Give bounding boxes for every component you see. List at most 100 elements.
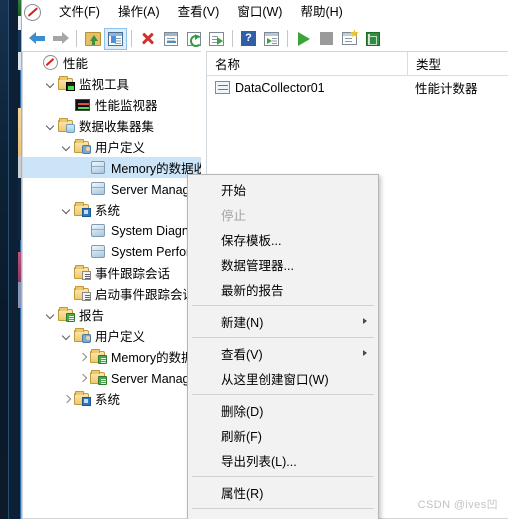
- context-menu-item-label: 帮助(H): [221, 515, 263, 519]
- refresh-button[interactable]: [182, 28, 205, 50]
- forward-button[interactable]: [49, 28, 72, 50]
- help-button[interactable]: ?: [237, 28, 260, 50]
- stop-button[interactable]: [315, 28, 338, 50]
- column-type[interactable]: 类型: [407, 52, 507, 75]
- context-menu[interactable]: 开始停止保存模板... 数据管理器... 最新的报告新建(N) 查看(V) 从这里创建窗…: [187, 174, 379, 519]
- tree-item-label: 启动事件跟踪会话: [95, 288, 196, 302]
- chevron-down-icon[interactable]: [59, 136, 74, 157]
- context-menu-item-label: 刷新(F): [221, 430, 262, 444]
- tree-item-label: 性能监视器: [95, 99, 158, 113]
- data-collector-set-icon: [90, 223, 107, 238]
- event-trace-sessions-folder-icon: [74, 286, 91, 301]
- properties-button[interactable]: [159, 28, 182, 50]
- chevron-right-icon[interactable]: [59, 388, 74, 409]
- export-list-button[interactable]: [205, 28, 228, 50]
- tree-item[interactable]: 系统: [23, 388, 201, 409]
- chevron-down-icon[interactable]: [43, 73, 58, 94]
- chevron-right-icon: [363, 318, 367, 324]
- chevron-right-icon[interactable]: [75, 346, 90, 367]
- chevron-down-icon[interactable]: [59, 325, 74, 346]
- list-cell-type-label: 性能计数器: [415, 82, 478, 96]
- red-x-icon: [140, 31, 155, 46]
- tree-twisty-spacer: [75, 178, 90, 199]
- chevron-down-icon[interactable]: [43, 115, 58, 136]
- console-tree-pane[interactable]: 性能监视工具性能监视器数据收集器集用户定义Memory的数据收集器集Server…: [22, 51, 201, 519]
- column-name[interactable]: 名称: [207, 52, 407, 75]
- toolbar-separator: [287, 30, 288, 47]
- menu-view[interactable]: 查看(V): [169, 2, 229, 24]
- context-menu-new[interactable]: 新建(N): [188, 309, 378, 334]
- menu-action[interactable]: 操作(A): [109, 2, 169, 24]
- tree-item[interactable]: System Diagnostics: [23, 220, 201, 241]
- tree-item[interactable]: Memory的数据收集器集: [23, 346, 201, 367]
- tree-item[interactable]: 性能监视器: [23, 94, 201, 115]
- monitoring-tools-folder-icon: [58, 76, 75, 91]
- chevron-down-icon[interactable]: [59, 199, 74, 220]
- tree-item-label: 性能: [63, 57, 89, 71]
- menu-help[interactable]: 帮助(H): [291, 2, 351, 24]
- context-menu-item-label: 停止: [221, 209, 247, 223]
- folder-up-icon: [84, 31, 101, 46]
- context-menu-view[interactable]: 查看(V): [188, 341, 378, 366]
- data-collector-set-icon: [90, 160, 107, 175]
- context-menu-help[interactable]: 帮助(H): [188, 512, 378, 519]
- context-menu-latest-report[interactable]: 最新的报告: [188, 277, 378, 302]
- tree-item[interactable]: 启动事件跟踪会话: [23, 283, 201, 304]
- menu-file[interactable]: 文件(F): [50, 2, 109, 24]
- start-button[interactable]: [292, 28, 315, 50]
- chevron-right-icon[interactable]: [75, 367, 90, 388]
- context-menu-item-label: 导出列表(L)...: [221, 455, 297, 469]
- context-menu-item-label: 从这里创建窗口(W): [221, 373, 329, 387]
- delete-button[interactable]: [136, 28, 159, 50]
- tree-twisty-spacer: [59, 94, 74, 115]
- tree-item-label: 系统: [95, 204, 121, 218]
- context-menu-start[interactable]: 开始: [188, 177, 378, 202]
- tree-item[interactable]: 系统: [23, 199, 201, 220]
- context-menu-properties[interactable]: 属性(R): [188, 480, 378, 505]
- performance-monitor-icon: [74, 97, 91, 112]
- tree-item[interactable]: 监视工具: [23, 73, 201, 94]
- tree-item[interactable]: 数据收集器集: [23, 115, 201, 136]
- tree-item[interactable]: 用户定义: [23, 325, 201, 346]
- watermark: CSDN @ives凹: [417, 499, 498, 511]
- context-menu-delete[interactable]: 删除(D): [188, 398, 378, 423]
- context-menu-item-label: 删除(D): [221, 405, 264, 419]
- tree-item[interactable]: Server Manager性能监视器: [23, 367, 201, 388]
- tree-item[interactable]: 用户定义: [23, 136, 201, 157]
- show-hide-console-tree-button[interactable]: [104, 27, 127, 50]
- context-menu-data-manager[interactable]: 数据管理器...: [188, 252, 378, 277]
- tree-item[interactable]: 报告: [23, 304, 201, 325]
- tree-item-label: 用户定义: [95, 141, 146, 155]
- new-window-button[interactable]: [260, 28, 283, 50]
- back-button[interactable]: [26, 28, 49, 50]
- context-menu-stop: 停止: [188, 202, 378, 227]
- properties-icon: [163, 31, 178, 46]
- tree-item[interactable]: Memory的数据收集器集: [23, 157, 201, 178]
- latest-report-button[interactable]: [361, 28, 384, 50]
- tree-item[interactable]: 性能: [23, 52, 201, 73]
- list-view-header: 名称 类型: [207, 52, 508, 76]
- list-row[interactable]: DataCollector01 性能计数器: [207, 76, 508, 99]
- context-menu-item-label: 属性(R): [221, 487, 264, 501]
- tree-item[interactable]: System Performance: [23, 241, 201, 262]
- tree-twisty-spacer: [59, 283, 74, 304]
- tree-item-label: 数据收集器集: [79, 120, 155, 134]
- menu-window[interactable]: 窗口(W): [228, 2, 291, 24]
- tree-item-label: 报告: [79, 309, 105, 323]
- context-menu-new-window-here[interactable]: 从这里创建窗口(W): [188, 366, 378, 391]
- tree-item[interactable]: 事件跟踪会话: [23, 262, 201, 283]
- context-menu-refresh[interactable]: 刷新(F): [188, 423, 378, 448]
- context-menu-export-list[interactable]: 导出列表(L)...: [188, 448, 378, 473]
- tree-item[interactable]: Server Manager性能监视器: [23, 178, 201, 199]
- user-defined-folder-icon: [74, 328, 91, 343]
- chevron-down-icon[interactable]: [43, 304, 58, 325]
- up-one-level-button[interactable]: [81, 28, 104, 50]
- new-report-button[interactable]: [338, 28, 361, 50]
- context-menu-item-label: 开始: [221, 184, 247, 198]
- context-menu-save-template[interactable]: 保存模板...: [188, 227, 378, 252]
- context-menu-separator: [192, 337, 374, 338]
- question-mark-icon: ?: [241, 31, 256, 46]
- list-cell-type: 性能计数器: [407, 76, 507, 99]
- background-window-strip[interactable]: [8, 0, 29, 519]
- toolbar-separator: [76, 30, 77, 47]
